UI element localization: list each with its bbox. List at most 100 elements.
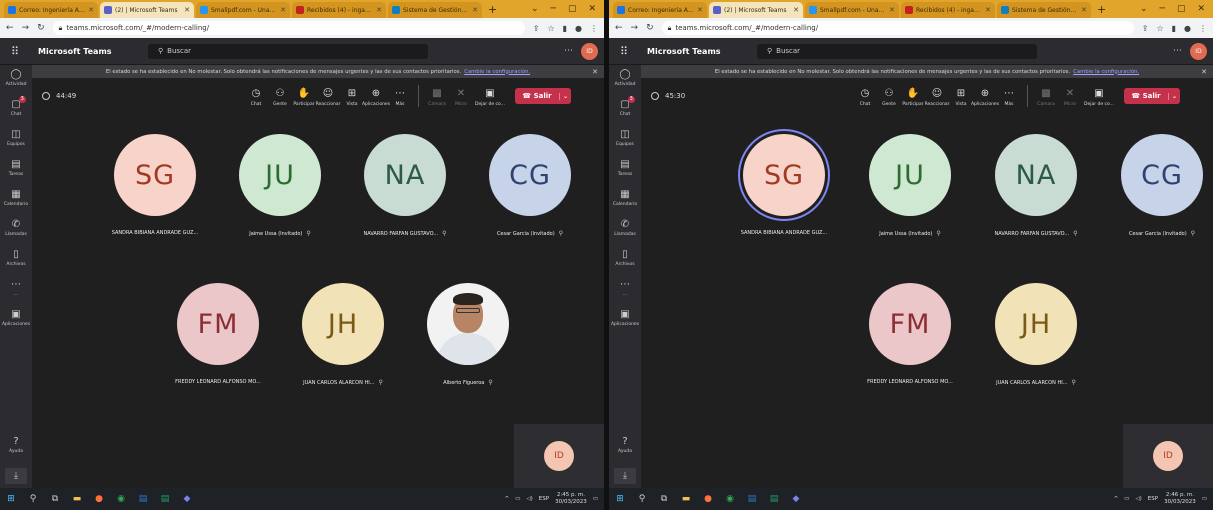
start-icon[interactable]: ⊞ <box>615 494 625 504</box>
control-1[interactable]: ⚇ Gente <box>877 88 901 107</box>
rail-item-bell[interactable]: ◯ Actividad <box>609 69 641 95</box>
participant-tile[interactable]: CG Cesar Garcia (Invitado) ⚲ <box>475 134 585 237</box>
download-icon[interactable]: ⤓ <box>614 468 636 484</box>
control-6[interactable]: ⋯ Más <box>997 88 1021 107</box>
control-3[interactable]: ☺ Reaccionar <box>925 88 950 107</box>
control-3[interactable]: ☺ Reaccionar <box>316 88 341 107</box>
language-indicator[interactable]: ESP <box>1148 496 1158 502</box>
forward-icon[interactable]: → <box>631 23 639 33</box>
rail-item-more[interactable]: ⋯ ... <box>609 279 641 305</box>
browser-tab[interactable]: Correo: Ingeniería Ambie ✕ <box>613 2 707 18</box>
chevron-down-icon[interactable]: ⌄ <box>559 92 571 100</box>
browser-tab[interactable]: Smallpdf.com - Una Solu ✕ <box>805 2 899 18</box>
star-icon[interactable]: ☆ <box>547 24 554 33</box>
avatar[interactable]: ID <box>1190 42 1207 60</box>
browser-tab[interactable]: Sistema de Gestión Acad ✕ <box>997 2 1091 18</box>
search-input[interactable]: ⚲ Buscar <box>757 43 1037 59</box>
url-field[interactable]: 🔒︎ teams.microsoft.com/_#/modern-calling… <box>52 21 525 35</box>
share-icon[interactable]: ⇪ <box>533 24 540 33</box>
start-icon[interactable]: ⊞ <box>6 494 16 504</box>
browser-tab[interactable]: (2) | Microsoft Teams ✕ <box>709 2 803 18</box>
rail-item-file[interactable]: ▯ Archivos <box>0 249 32 275</box>
participant-tile[interactable]: SG SANDRA BIBIANA ANDRADE GUZ... <box>729 134 839 236</box>
tab-close-icon[interactable]: ✕ <box>376 6 382 14</box>
search-icon[interactable]: ⚲ <box>637 494 647 504</box>
volume-icon[interactable]: ◁) <box>526 496 532 502</box>
share-icon[interactable]: ⇪ <box>1142 24 1149 33</box>
control-6[interactable]: ⋯ Más <box>388 88 412 107</box>
profile-icon[interactable]: ● <box>1184 24 1191 33</box>
rail-item-more[interactable]: ⋯ ... <box>0 279 32 305</box>
notifications-icon[interactable]: ▭ <box>1202 496 1207 502</box>
search-icon[interactable]: ⚲ <box>28 494 38 504</box>
maximize-icon[interactable]: ▢ <box>568 4 577 14</box>
control-1[interactable]: ⚇ Gente <box>268 88 292 107</box>
language-indicator[interactable]: ESP <box>539 496 549 502</box>
media-control-0[interactable]: ▩ Cámara <box>425 88 449 107</box>
more-options-icon[interactable]: ⋯ <box>1173 46 1182 56</box>
word-icon[interactable]: ▤ <box>747 494 757 504</box>
close-icon[interactable]: ✕ <box>1197 4 1205 14</box>
banner-close-icon[interactable]: ✕ <box>592 68 598 76</box>
rail-item-phone[interactable]: ✆ Llamadas <box>0 219 32 245</box>
control-5[interactable]: ⊕ Aplicaciones <box>362 88 390 107</box>
chrome-icon[interactable]: ◉ <box>725 494 735 504</box>
media-control-2[interactable]: ▣ Dejar de co... <box>1082 88 1116 107</box>
rail-item-calendar[interactable]: ▦ Calendario <box>0 189 32 215</box>
rail-item-apps[interactable]: ▣ Aplicaciones <box>609 309 641 335</box>
app-launcher-icon[interactable]: ⠿ <box>0 45 30 58</box>
leave-button[interactable]: ☎ Salir ⌄ <box>515 88 571 104</box>
tab-close-icon[interactable]: ✕ <box>1081 6 1087 14</box>
tab-close-icon[interactable]: ✕ <box>280 6 286 14</box>
chevron-down-icon[interactable]: ⌄ <box>1140 4 1148 14</box>
firefox-icon[interactable]: ● <box>703 494 713 504</box>
teams-taskbar-icon[interactable]: ◆ <box>791 494 801 504</box>
network-icon[interactable]: ▭ <box>1124 496 1129 502</box>
browser-tab[interactable]: Correo: Ingeniería Ambie ✕ <box>4 2 98 18</box>
tab-close-icon[interactable]: ✕ <box>697 6 703 14</box>
excel-icon[interactable]: ▤ <box>160 494 170 504</box>
back-icon[interactable]: ← <box>615 23 623 33</box>
participant-tile[interactable]: Alberto Figueroa ⚲ <box>413 283 523 386</box>
reload-icon[interactable]: ↻ <box>646 23 654 33</box>
browser-tab[interactable]: Sistema de Gestión Acad ✕ <box>388 2 482 18</box>
browser-tab[interactable]: Recibidos (4) - ingambie ✕ <box>901 2 995 18</box>
participant-tile[interactable]: SG SANDRA BIBIANA ANDRADE GUZ... <box>100 134 210 236</box>
rail-item-apps[interactable]: ▣ Aplicaciones <box>0 309 32 335</box>
banner-close-icon[interactable]: ✕ <box>1201 68 1207 76</box>
participant-tile[interactable]: JH JUAN CARLOS ALARCON HI... ⚲ <box>981 283 1091 386</box>
control-0[interactable]: ◷ Chat <box>244 88 268 107</box>
chevron-up-icon[interactable]: ^ <box>505 496 510 502</box>
rail-item-chat[interactable]: ▢ 3 Chat <box>609 96 641 125</box>
download-icon[interactable]: ⤓ <box>5 468 27 484</box>
tab-close-icon[interactable]: ✕ <box>184 6 190 14</box>
control-4[interactable]: ⊞ Vista <box>949 88 973 107</box>
banner-settings-link[interactable]: Cambie la configuración. <box>1073 69 1139 75</box>
control-2[interactable]: ✋ Participar <box>901 88 925 107</box>
rail-item-tasks[interactable]: ▤ Tareas <box>0 159 32 185</box>
chrome-icon[interactable]: ◉ <box>116 494 126 504</box>
media-control-0[interactable]: ▩ Cámara <box>1034 88 1058 107</box>
minimize-icon[interactable]: ─ <box>1160 4 1165 14</box>
close-icon[interactable]: ✕ <box>588 4 596 14</box>
participant-tile[interactable]: FM FREDDY LEONARD ALFONSO MO... <box>855 283 965 385</box>
rail-item-tasks[interactable]: ▤ Tareas <box>609 159 641 185</box>
star-icon[interactable]: ☆ <box>1156 24 1163 33</box>
word-icon[interactable]: ▤ <box>138 494 148 504</box>
rail-item-chat[interactable]: ▢ 3 Chat <box>0 96 32 125</box>
tab-close-icon[interactable]: ✕ <box>793 6 799 14</box>
participant-tile[interactable]: CG Cesar Garcia (Invitado) ⚲ <box>1107 134 1213 237</box>
tab-close-icon[interactable]: ✕ <box>985 6 991 14</box>
profile-icon[interactable]: ● <box>575 24 582 33</box>
rail-item-calendar[interactable]: ▦ Calendario <box>609 189 641 215</box>
file-explorer-icon[interactable]: ▬ <box>681 494 691 504</box>
leave-button[interactable]: ☎ Salir ⌄ <box>1124 88 1180 104</box>
rail-item-phone[interactable]: ✆ Llamadas <box>609 219 641 245</box>
volume-icon[interactable]: ◁) <box>1135 496 1141 502</box>
app-launcher-icon[interactable]: ⠿ <box>609 45 639 58</box>
new-tab-icon[interactable]: + <box>1093 2 1110 18</box>
control-4[interactable]: ⊞ Vista <box>340 88 364 107</box>
task-view-icon[interactable]: ⧉ <box>659 494 669 504</box>
rail-item-help[interactable]: ? Ayuda <box>9 436 23 462</box>
maximize-icon[interactable]: ▢ <box>1177 4 1186 14</box>
